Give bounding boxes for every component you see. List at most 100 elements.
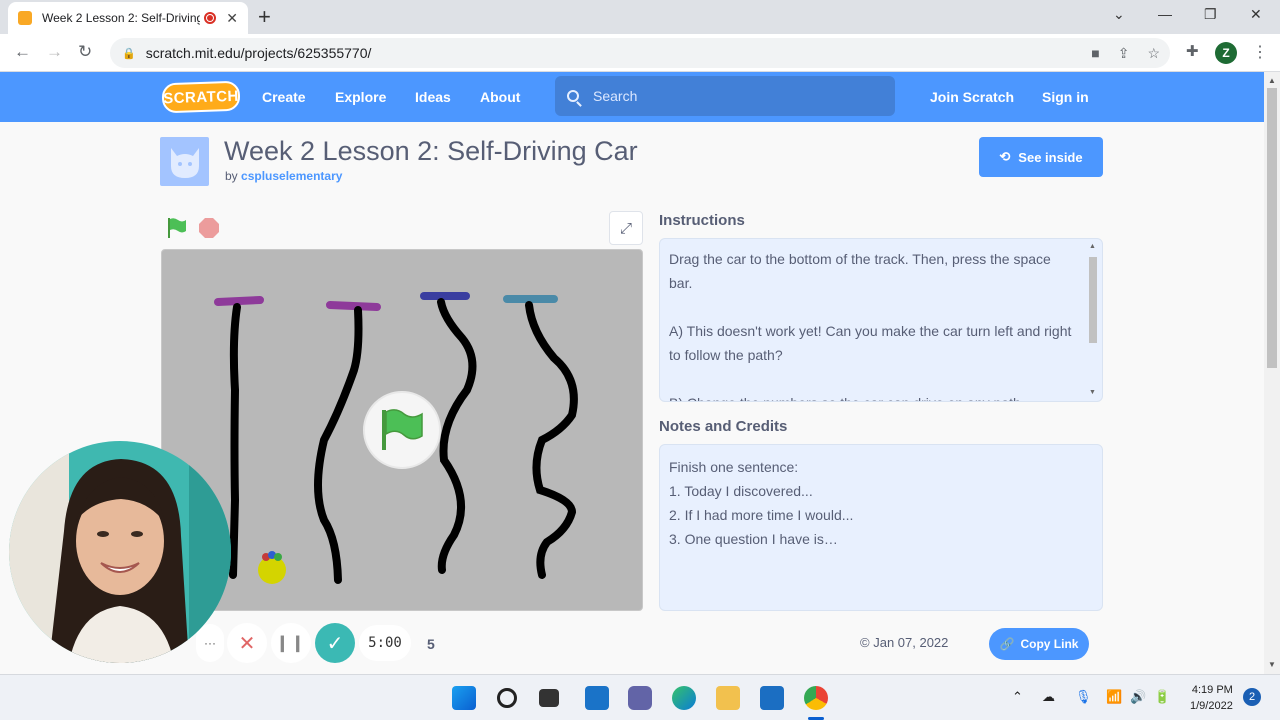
profile-avatar[interactable]: Z	[1215, 42, 1237, 64]
cat-avatar-icon	[170, 147, 199, 178]
track-4-path	[525, 301, 578, 579]
lock-icon: 🔒	[122, 47, 136, 60]
wifi-icon[interactable]: 📶	[1106, 689, 1122, 705]
chrome-taskbar-icon[interactable]	[804, 686, 828, 710]
car-sprite	[258, 556, 286, 584]
track-1-finish-line	[214, 296, 264, 306]
track-2-path	[314, 306, 363, 584]
system-clock[interactable]: 4:19 PM 1/9/2022	[1190, 682, 1233, 714]
bookmark-star-icon[interactable]: ☆	[1147, 45, 1160, 62]
nav-ideas[interactable]: Ideas	[415, 89, 451, 105]
camera-icon[interactable]: ■	[1091, 45, 1099, 61]
tab-close-icon[interactable]: ✕	[226, 10, 238, 27]
nav-create[interactable]: Create	[262, 89, 306, 105]
nav-explore[interactable]: Explore	[335, 89, 386, 105]
battery-icon[interactable]: 🔋	[1154, 689, 1170, 705]
search-placeholder: Search	[593, 88, 638, 104]
recorder-cancel-button[interactable]: ✕	[227, 623, 267, 663]
fullscreen-button[interactable]: ⤢	[609, 211, 643, 245]
tab-search-icon[interactable]: ⌄	[1113, 6, 1125, 23]
recorder-timer: 5:00	[359, 625, 411, 661]
copy-link-button[interactable]: 🔗 Copy Link	[989, 628, 1089, 660]
scratch-navbar: SCRATCH Create Explore Ideas About Searc…	[0, 72, 1264, 122]
instructions-heading: Instructions	[659, 212, 745, 229]
windows-taskbar: ⌃ ☁ 🎙 📶 🔊 🔋 4:19 PM 1/9/2022 2	[0, 674, 1280, 720]
see-inside-label: See inside	[1018, 149, 1083, 165]
file-explorer-icon[interactable]	[716, 686, 740, 710]
fullscreen-icon: ⤢	[619, 219, 632, 237]
new-tab-button[interactable]: +	[258, 4, 271, 30]
instructions-text: Drag the car to the bottom of the track.…	[669, 251, 1072, 401]
recorder-more-button[interactable]: ···	[196, 624, 224, 662]
scroll-down-icon[interactable]: ▼	[1089, 389, 1096, 396]
webcam-overlay	[9, 441, 231, 663]
by-prefix: by	[225, 169, 238, 183]
green-flag-icon[interactable]	[166, 217, 188, 239]
share-icon[interactable]: ⇪	[1118, 45, 1130, 62]
stop-icon[interactable]	[199, 218, 219, 238]
checkmark-icon: ✓	[326, 632, 344, 655]
link-icon: 🔗	[999, 637, 1015, 651]
recorder-pause-button[interactable]: ❙❙	[271, 623, 311, 663]
page-scroll-up-icon[interactable]: ▲	[1268, 76, 1276, 85]
extensions-puzzle-icon[interactable]: ✚	[1186, 42, 1199, 60]
instructions-scroll-thumb[interactable]	[1089, 257, 1097, 343]
tray-expand-icon[interactable]: ⌃	[1012, 689, 1023, 705]
search-icon	[567, 90, 579, 102]
instructions-scrollbar[interactable]: ▲ ▼	[1086, 243, 1100, 399]
back-arrow-icon[interactable]: ←	[14, 42, 31, 62]
nav-about[interactable]: About	[480, 89, 520, 105]
track-2-finish-line	[326, 301, 381, 311]
see-inside-button[interactable]: ⟲ See inside	[979, 137, 1103, 177]
track-3-path	[437, 298, 477, 574]
restore-button[interactable]: ❐	[1204, 6, 1217, 23]
notes-box: Finish one sentence: 1. Today I discover…	[659, 444, 1103, 611]
author-link[interactable]: cspluselementary	[241, 169, 342, 183]
page-scrollbar[interactable]: ▲ ▼	[1264, 72, 1280, 674]
widgets-icon[interactable]	[585, 686, 609, 710]
scroll-up-icon[interactable]: ▲	[1089, 243, 1096, 250]
address-bar[interactable]: 🔒 scratch.mit.edu/projects/625355770/ ■ …	[110, 38, 1170, 68]
minimize-button[interactable]: —	[1158, 6, 1172, 22]
browser-toolbar: ← → ↻ 🔒 scratch.mit.edu/projects/6253557…	[0, 34, 1280, 72]
start-overlay-button[interactable]	[363, 391, 441, 469]
author-avatar[interactable]	[160, 137, 209, 186]
mail-icon[interactable]	[760, 686, 784, 710]
instructions-box[interactable]: Drag the car to the bottom of the track.…	[659, 238, 1103, 402]
sign-in-link[interactable]: Sign in	[1042, 89, 1089, 105]
cancel-x-icon: ✕	[238, 632, 256, 655]
project-stage[interactable]	[161, 249, 643, 611]
recorder-finish-button[interactable]: ✓	[315, 623, 355, 663]
page-scroll-thumb[interactable]	[1267, 88, 1277, 368]
microphone-icon[interactable]: 🎙	[1075, 689, 1092, 705]
scratch-logo[interactable]: SCRATCH	[161, 80, 241, 114]
track-1-path	[229, 303, 241, 579]
notification-badge[interactable]: 2	[1243, 688, 1261, 706]
search-taskbar-icon[interactable]	[497, 688, 517, 708]
browser-menu-icon[interactable]: ⋮	[1252, 42, 1268, 62]
reload-icon[interactable]: ↻	[78, 42, 92, 62]
windows-start-icon[interactable]	[452, 686, 476, 710]
search-input[interactable]: Search	[555, 76, 895, 116]
join-scratch-link[interactable]: Join Scratch	[930, 89, 1014, 105]
copyright-icon: ©	[860, 635, 870, 650]
volume-icon[interactable]: 🔊	[1130, 689, 1146, 705]
webcam-feed-image	[9, 441, 231, 663]
close-window-button[interactable]: ✕	[1250, 6, 1262, 23]
notes-text: Finish one sentence: 1. Today I discover…	[669, 459, 854, 547]
edge-browser-icon[interactable]	[672, 686, 696, 710]
browser-tab[interactable]: Week 2 Lesson 2: Self-Driving Car - Scra…	[8, 2, 248, 34]
forward-arrow-icon[interactable]: →	[46, 42, 63, 62]
see-inside-icon: ⟲	[999, 149, 1011, 164]
copy-link-label: Copy Link	[1020, 637, 1079, 651]
large-green-flag-icon	[382, 409, 423, 450]
task-view-icon[interactable]	[539, 689, 559, 707]
teams-chat-icon[interactable]	[628, 686, 652, 710]
clock-time: 4:19 PM	[1191, 684, 1233, 696]
pause-icon: ❙❙	[275, 635, 307, 652]
project-byline: by cspluselementary	[225, 169, 342, 183]
page-scroll-down-icon[interactable]: ▼	[1268, 660, 1276, 669]
cloud-icon[interactable]: ☁	[1042, 689, 1055, 705]
tab-title: Week 2 Lesson 2: Self-Driving Car - Scra…	[42, 11, 201, 25]
url-text: scratch.mit.edu/projects/625355770/	[145, 45, 372, 61]
